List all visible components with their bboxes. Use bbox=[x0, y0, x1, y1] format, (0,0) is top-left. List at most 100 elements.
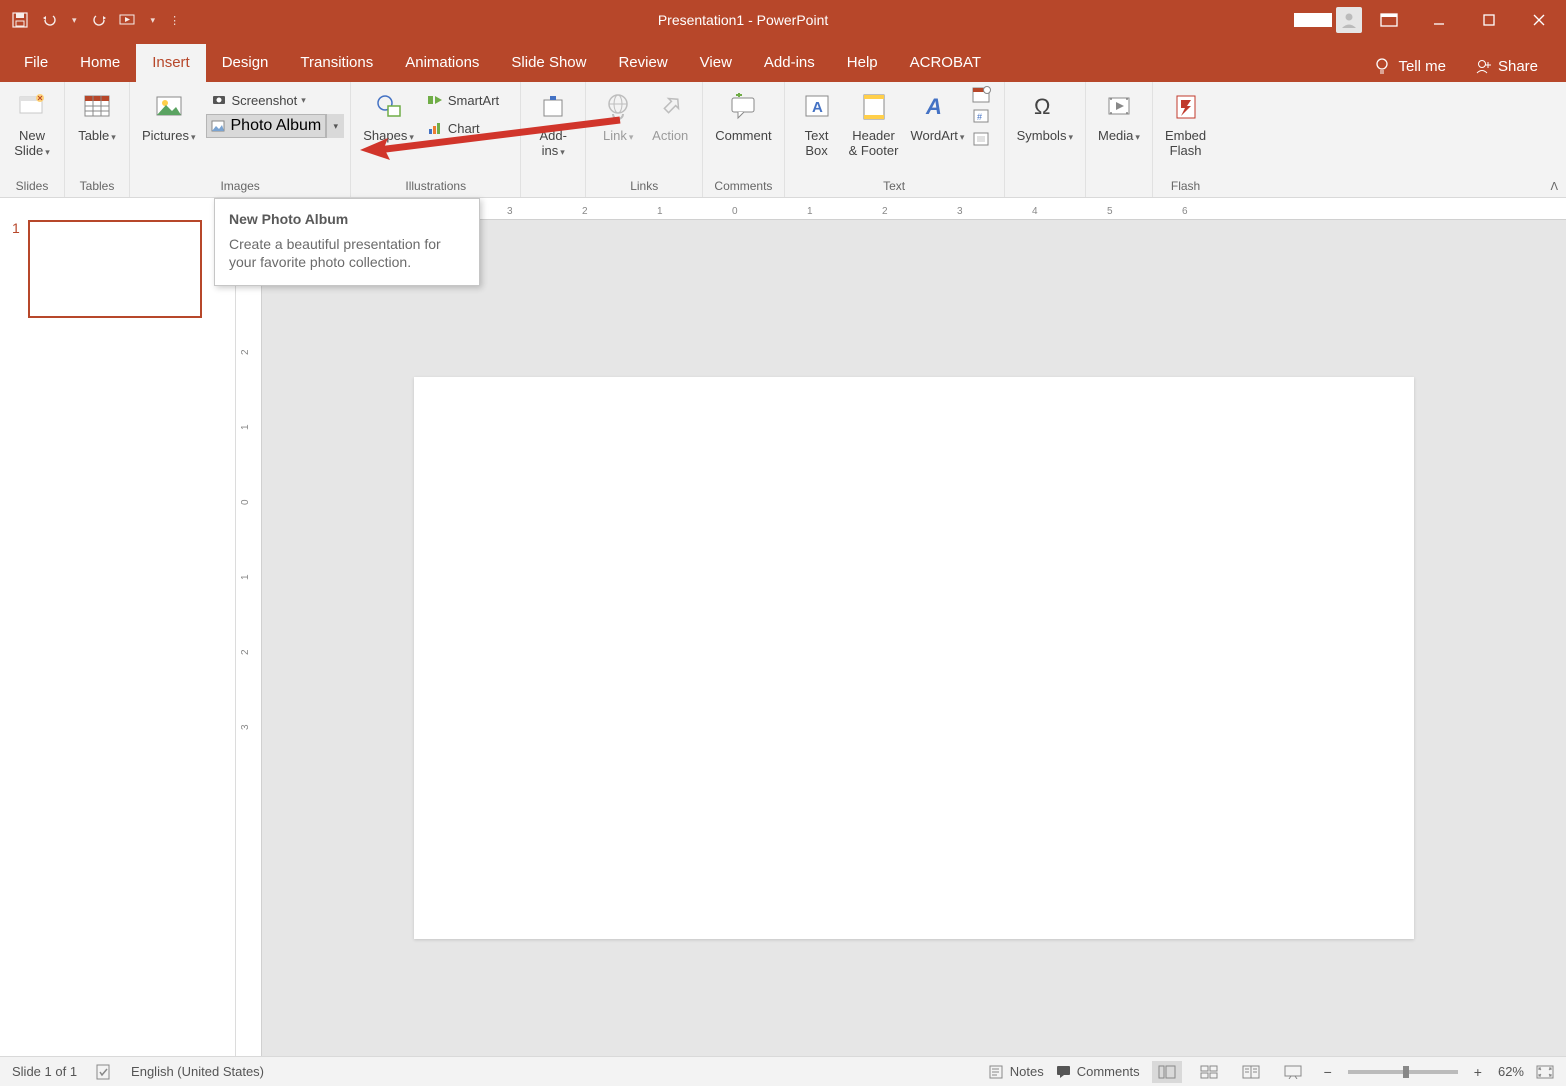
new-slide-label: New Slide bbox=[14, 128, 49, 160]
slide-thumbnail-1[interactable]: 1 bbox=[12, 220, 223, 318]
smartart-button[interactable]: SmartArt bbox=[422, 86, 503, 114]
share-button[interactable]: Share bbox=[1464, 51, 1548, 81]
tab-home[interactable]: Home bbox=[64, 44, 136, 82]
addins-button[interactable]: Add- ins bbox=[527, 86, 579, 162]
group-slides: New Slide Slides bbox=[0, 82, 65, 197]
textbox-button[interactable]: A Text Box bbox=[791, 86, 843, 160]
zoom-out-button[interactable]: − bbox=[1320, 1064, 1336, 1080]
smartart-label: SmartArt bbox=[448, 93, 499, 108]
status-language[interactable]: English (United States) bbox=[131, 1064, 264, 1079]
comment-button[interactable]: Comment bbox=[709, 86, 777, 145]
reading-view-icon[interactable] bbox=[1236, 1061, 1266, 1083]
tab-acrobat[interactable]: ACROBAT bbox=[894, 44, 997, 82]
zoom-percentage[interactable]: 62% bbox=[1498, 1064, 1524, 1079]
redo-icon[interactable] bbox=[87, 8, 111, 32]
pictures-button[interactable]: Pictures bbox=[136, 86, 202, 147]
new-slide-button[interactable]: New Slide bbox=[6, 86, 58, 162]
action-button[interactable]: Action bbox=[644, 86, 696, 145]
start-from-beginning-icon[interactable] bbox=[117, 8, 141, 32]
zoom-in-button[interactable]: + bbox=[1470, 1064, 1486, 1080]
zoom-slider-handle[interactable] bbox=[1403, 1066, 1409, 1078]
tab-help[interactable]: Help bbox=[831, 44, 894, 82]
group-images: Pictures Screenshot ▾ Photo Album bbox=[130, 82, 351, 197]
lightbulb-icon bbox=[1374, 56, 1390, 76]
slide-number-icon[interactable]: # bbox=[972, 108, 992, 126]
group-links: Link Action Links bbox=[586, 82, 703, 197]
zoom-slider[interactable] bbox=[1348, 1070, 1458, 1074]
close-button[interactable] bbox=[1516, 0, 1562, 40]
vertical-ruler: 3 2 1 0 1 2 3 bbox=[236, 220, 262, 1056]
share-icon bbox=[1474, 57, 1492, 75]
ribbon-display-options-icon[interactable] bbox=[1366, 0, 1412, 40]
screenshot-button[interactable]: Screenshot ▾ bbox=[206, 86, 345, 114]
screenshot-icon bbox=[210, 91, 228, 109]
table-label: Table bbox=[78, 128, 116, 145]
tab-transitions[interactable]: Transitions bbox=[284, 44, 389, 82]
spellcheck-icon[interactable] bbox=[95, 1064, 113, 1080]
object-icon[interactable] bbox=[972, 130, 992, 148]
collapse-ribbon-icon[interactable]: ᐱ bbox=[1550, 180, 1558, 193]
pictures-icon bbox=[154, 88, 184, 126]
tab-view[interactable]: View bbox=[684, 44, 748, 82]
symbols-icon: Ω bbox=[1030, 88, 1060, 126]
svg-text:Ω: Ω bbox=[1034, 94, 1050, 119]
comments-button[interactable]: Comments bbox=[1056, 1064, 1140, 1079]
account-name-box[interactable] bbox=[1294, 13, 1332, 27]
tab-review[interactable]: Review bbox=[602, 44, 683, 82]
svg-text:A: A bbox=[925, 94, 942, 119]
qat-dropdown-icon[interactable]: ▾ bbox=[147, 15, 160, 26]
user-avatar-icon[interactable] bbox=[1336, 7, 1362, 33]
save-icon[interactable] bbox=[8, 8, 32, 32]
fit-to-window-icon[interactable] bbox=[1536, 1065, 1554, 1079]
group-symbols: Ω Symbols bbox=[1005, 82, 1086, 197]
slide-thumbnail-panel: 1 bbox=[0, 198, 236, 1056]
wordart-button[interactable]: A WordArt bbox=[904, 86, 970, 147]
tab-addins[interactable]: Add-ins bbox=[748, 44, 831, 82]
group-illustrations: Shapes SmartArt Chart Illustrations bbox=[351, 82, 521, 197]
shapes-button[interactable]: Shapes bbox=[357, 86, 420, 147]
group-media-label bbox=[1092, 193, 1146, 197]
workspace: 1 6 5 4 3 2 1 0 1 2 3 4 5 6 3 2 1 0 1 2 … bbox=[0, 198, 1566, 1056]
date-time-icon[interactable] bbox=[972, 86, 992, 104]
addins-icon bbox=[538, 88, 568, 126]
tell-me-search[interactable]: Tell me bbox=[1366, 50, 1454, 82]
normal-view-icon[interactable] bbox=[1152, 1061, 1182, 1083]
embed-flash-button[interactable]: Embed Flash bbox=[1159, 86, 1212, 160]
qat-customize-icon[interactable]: ⋮ bbox=[165, 14, 184, 27]
group-slides-label: Slides bbox=[6, 179, 58, 197]
slide-sorter-view-icon[interactable] bbox=[1194, 1061, 1224, 1083]
textbox-icon: A bbox=[803, 88, 831, 126]
tab-animations[interactable]: Animations bbox=[389, 44, 495, 82]
photo-album-dropdown[interactable]: ▾ bbox=[326, 114, 344, 138]
header-footer-button[interactable]: Header & Footer bbox=[843, 86, 905, 160]
chart-button[interactable]: Chart bbox=[422, 114, 503, 142]
tab-insert[interactable]: Insert bbox=[136, 44, 206, 82]
slide-canvas[interactable] bbox=[414, 377, 1414, 939]
undo-icon[interactable] bbox=[38, 8, 62, 32]
symbols-button[interactable]: Ω Symbols bbox=[1011, 86, 1079, 147]
undo-dropdown-icon[interactable]: ▾ bbox=[68, 15, 81, 26]
media-button[interactable]: Media bbox=[1092, 86, 1146, 147]
new-slide-icon bbox=[17, 88, 47, 126]
photo-album-button[interactable]: Photo Album bbox=[206, 114, 327, 138]
media-label: Media bbox=[1098, 128, 1140, 145]
slideshow-view-icon[interactable] bbox=[1278, 1061, 1308, 1083]
link-button[interactable]: Link bbox=[592, 86, 644, 147]
notes-button[interactable]: Notes bbox=[989, 1064, 1044, 1079]
table-button[interactable]: Table bbox=[71, 86, 123, 147]
photo-album-icon bbox=[211, 119, 227, 133]
tell-me-label: Tell me bbox=[1398, 58, 1446, 75]
tab-design[interactable]: Design bbox=[206, 44, 285, 82]
group-media: Media bbox=[1086, 82, 1153, 197]
tab-slideshow[interactable]: Slide Show bbox=[495, 44, 602, 82]
group-images-label: Images bbox=[136, 179, 344, 197]
maximize-button[interactable] bbox=[1466, 0, 1512, 40]
thumb-number: 1 bbox=[12, 220, 20, 318]
canvas-area[interactable] bbox=[262, 220, 1566, 1056]
wordart-icon: A bbox=[923, 88, 951, 126]
minimize-button[interactable] bbox=[1416, 0, 1462, 40]
ribbon: New Slide Slides Table Tables Pictures bbox=[0, 82, 1566, 198]
tab-file[interactable]: File bbox=[8, 44, 64, 82]
group-text-label: Text bbox=[791, 179, 998, 197]
group-text: A Text Box Header & Footer A WordArt bbox=[785, 82, 1005, 197]
